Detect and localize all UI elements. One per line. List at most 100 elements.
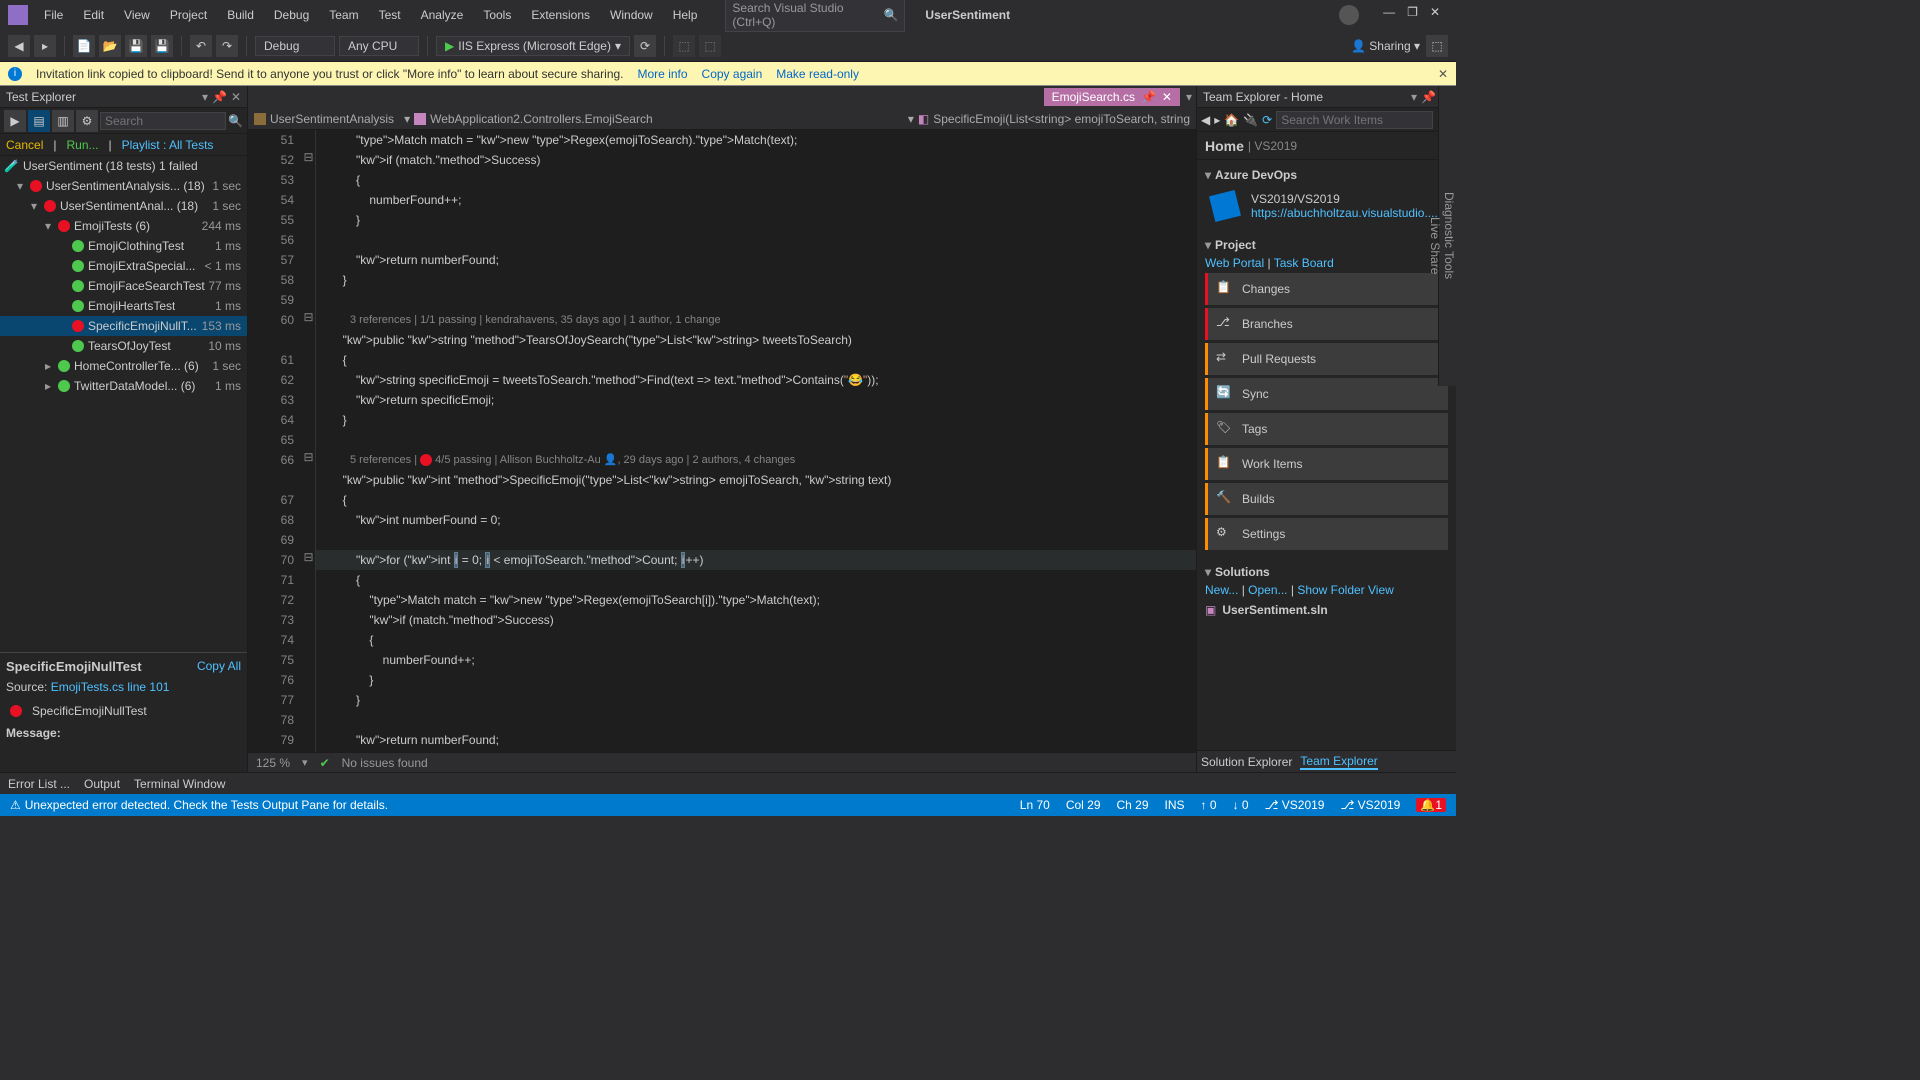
- project-item-settings[interactable]: ⚙Settings: [1205, 518, 1448, 550]
- insert-mode[interactable]: INS: [1165, 798, 1185, 812]
- close-button[interactable]: ✕: [1430, 5, 1440, 25]
- tab-overflow-button[interactable]: ▾: [1186, 90, 1192, 104]
- pending-up[interactable]: ↑ 0: [1201, 798, 1217, 812]
- nav-fwd-button[interactable]: ▸: [34, 35, 56, 57]
- zoom-level[interactable]: 125 %: [256, 756, 290, 770]
- start-debug-button[interactable]: ▶ IIS Express (Microsoft Edge) ▾: [436, 36, 630, 56]
- test-search-input[interactable]: [100, 112, 226, 130]
- menu-build[interactable]: Build: [219, 4, 262, 26]
- org-url-link[interactable]: https://abuchholtzau.visualstudio....: [1251, 206, 1438, 220]
- new-solution-link[interactable]: New...: [1205, 583, 1238, 597]
- repo-indicator[interactable]: ⎇ VS2019: [1265, 798, 1325, 812]
- tab-team-explorer[interactable]: Team Explorer: [1300, 754, 1377, 770]
- menu-view[interactable]: View: [116, 4, 158, 26]
- search-visual-studio-input[interactable]: Search Visual Studio (Ctrl+Q) 🔍: [725, 0, 905, 32]
- col-indicator[interactable]: Col 29: [1066, 798, 1101, 812]
- breadcrumb[interactable]: UserSentimentAnalysis ▾ WebApplication2.…: [248, 108, 1196, 130]
- tab-pin-icon[interactable]: 📌: [1141, 90, 1156, 104]
- menu-window[interactable]: Window: [602, 4, 661, 26]
- menu-project[interactable]: Project: [162, 4, 215, 26]
- panel-close-button[interactable]: ✕: [231, 90, 241, 104]
- project-item-pull-requests[interactable]: ⇄Pull Requests: [1205, 343, 1448, 375]
- nav-back-button[interactable]: ◀: [1201, 113, 1210, 127]
- refresh-button[interactable]: ⟳: [1262, 113, 1272, 127]
- panel-pin-button[interactable]: 📌: [1421, 90, 1436, 104]
- test-node[interactable]: ▸TwitterDataModel... (6)1 ms: [0, 376, 247, 396]
- platform-combo[interactable]: Any CPU: [339, 36, 419, 56]
- more-info-link[interactable]: More info: [638, 67, 688, 81]
- nav-back-button[interactable]: ◀: [8, 35, 30, 57]
- menu-extensions[interactable]: Extensions: [523, 4, 598, 26]
- rail-diagnostics[interactable]: Diagnostic Tools: [1442, 92, 1456, 380]
- menu-file[interactable]: File: [36, 4, 71, 26]
- tab-error-list[interactable]: Error List ...: [8, 777, 70, 791]
- line-indicator[interactable]: Ln 70: [1020, 798, 1050, 812]
- make-readonly-link[interactable]: Make read-only: [776, 67, 859, 81]
- browser-refresh-button[interactable]: ⟳: [634, 35, 656, 57]
- project-item-branches[interactable]: ⎇Branches: [1205, 308, 1448, 340]
- test-node[interactable]: ▸HomeControllerTe... (6)1 sec: [0, 356, 247, 376]
- menu-analyze[interactable]: Analyze: [413, 4, 472, 26]
- show-folder-view-link[interactable]: Show Folder View: [1297, 583, 1394, 597]
- project-item-changes[interactable]: 📋Changes: [1205, 273, 1448, 305]
- open-button[interactable]: 📂: [99, 35, 121, 57]
- test-node[interactable]: TearsOfJoyTest10 ms: [0, 336, 247, 356]
- menu-edit[interactable]: Edit: [75, 4, 112, 26]
- menu-test[interactable]: Test: [371, 4, 409, 26]
- panel-dropdown-button[interactable]: ▾: [1411, 90, 1417, 104]
- project-item-builds[interactable]: 🔨Builds: [1205, 483, 1448, 515]
- undo-button[interactable]: ↶: [190, 35, 212, 57]
- save-all-button[interactable]: 💾: [151, 35, 173, 57]
- test-node[interactable]: EmojiExtraSpecial...< 1 ms: [0, 256, 247, 276]
- save-button[interactable]: 💾: [125, 35, 147, 57]
- status-error-text[interactable]: Unexpected error detected. Check the Tes…: [25, 798, 388, 812]
- playlist-dropdown[interactable]: Playlist : All Tests: [122, 138, 214, 152]
- panel-pin-button[interactable]: 📌: [212, 90, 227, 104]
- redo-button[interactable]: ↷: [216, 35, 238, 57]
- menu-team[interactable]: Team: [321, 4, 366, 26]
- panel-dropdown-button[interactable]: ▾: [202, 90, 208, 104]
- home-button[interactable]: 🏠: [1224, 113, 1239, 127]
- web-portal-link[interactable]: Web Portal: [1205, 256, 1264, 270]
- search-work-items-input[interactable]: [1276, 111, 1433, 129]
- filter-button[interactable]: ⚙: [76, 110, 98, 132]
- step-button[interactable]: ⬚: [699, 35, 721, 57]
- project-item-tags[interactable]: 🏷Tags: [1205, 413, 1448, 445]
- cancel-button[interactable]: Cancel: [6, 138, 43, 152]
- test-node[interactable]: EmojiClothingTest1 ms: [0, 236, 247, 256]
- step-button[interactable]: ⬚: [673, 35, 695, 57]
- rail-live-share[interactable]: Live Share: [1428, 112, 1442, 380]
- test-node[interactable]: ▾UserSentimentAnal... (18)1 sec: [0, 196, 247, 216]
- tab-terminal[interactable]: Terminal Window: [134, 777, 225, 791]
- test-node[interactable]: ▾UserSentimentAnalysis... (18)1 sec: [0, 176, 247, 196]
- test-tree[interactable]: 🧪 UserSentiment (18 tests) 1 failed ▾Use…: [0, 156, 247, 652]
- document-tab[interactable]: EmojiSearch.cs 📌 ✕: [1044, 88, 1180, 106]
- copy-all-link[interactable]: Copy All: [197, 659, 241, 673]
- notifications-button[interactable]: 🔔1: [1416, 798, 1446, 812]
- tab-solution-explorer[interactable]: Solution Explorer: [1201, 755, 1292, 769]
- live-share-button[interactable]: 👤 Sharing ▾: [1351, 39, 1420, 53]
- menu-tools[interactable]: Tools: [475, 4, 519, 26]
- test-node[interactable]: EmojiHeartsTest1 ms: [0, 296, 247, 316]
- copy-again-link[interactable]: Copy again: [702, 67, 763, 81]
- infobar-close-button[interactable]: ✕: [1438, 67, 1448, 81]
- code-content[interactable]: 5152535455565758596061626364656667686970…: [248, 130, 1196, 752]
- pending-down[interactable]: ↓ 0: [1233, 798, 1249, 812]
- run-dropdown-button[interactable]: Run...: [66, 138, 98, 152]
- solution-file[interactable]: UserSentiment.sln: [1222, 603, 1327, 617]
- branch-indicator[interactable]: ⎇ VS2019: [1340, 798, 1400, 812]
- source-link[interactable]: EmojiTests.cs line 101: [51, 680, 170, 694]
- minimize-button[interactable]: ―: [1383, 5, 1395, 25]
- task-board-link[interactable]: Task Board: [1274, 256, 1334, 270]
- connect-button[interactable]: 🔌: [1243, 113, 1258, 127]
- tab-output[interactable]: Output: [84, 777, 120, 791]
- project-item-sync[interactable]: 🔄Sync: [1205, 378, 1448, 410]
- tab-close-icon[interactable]: ✕: [1162, 90, 1172, 104]
- run-all-button[interactable]: ▶: [4, 110, 26, 132]
- new-item-button[interactable]: 📄: [73, 35, 95, 57]
- feedback-button[interactable]: ⬚: [1426, 35, 1448, 57]
- group-by-button[interactable]: ▤: [28, 110, 50, 132]
- nav-fwd-button[interactable]: ▸: [1214, 113, 1220, 127]
- project-item-work-items[interactable]: 📋Work Items: [1205, 448, 1448, 480]
- view-button[interactable]: ▥: [52, 110, 74, 132]
